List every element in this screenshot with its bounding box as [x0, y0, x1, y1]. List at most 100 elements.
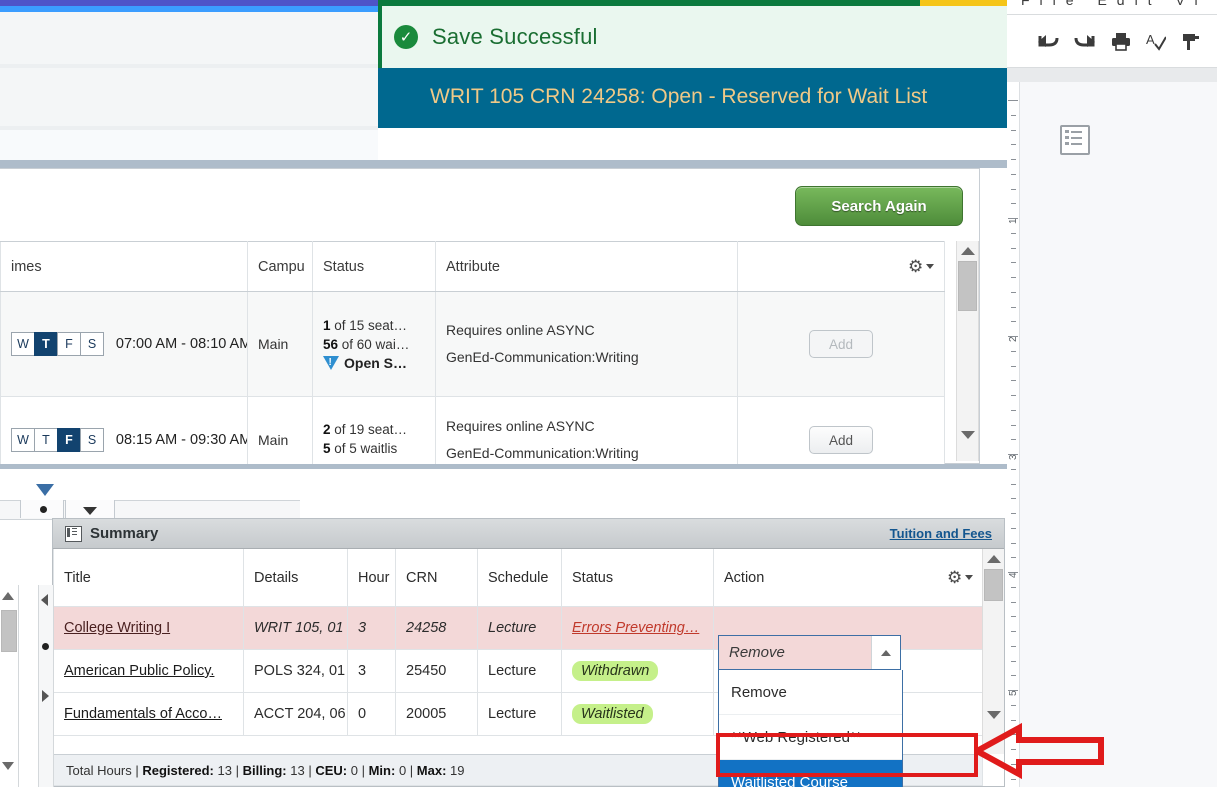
chevron-down-icon[interactable]: [83, 507, 97, 515]
page-background-band: [0, 130, 378, 160]
billing-value: 13: [290, 763, 304, 778]
col-header-schedule[interactable]: Schedule: [478, 549, 562, 607]
ruler-tick: [1011, 292, 1016, 293]
add-button[interactable]: Add: [809, 426, 873, 454]
col-header-campus[interactable]: Campu: [248, 242, 313, 292]
day-f[interactable]: F: [57, 428, 81, 452]
scrollbar-thumb[interactable]: [958, 261, 977, 311]
save-successful-text: Save Successful: [432, 24, 598, 50]
course-details-cell: POLS 324, 01: [244, 650, 348, 693]
summary-grid-icon: [65, 526, 82, 542]
triangle-right-icon[interactable]: [42, 690, 49, 702]
dropdown-option-waitlisted-course[interactable]: Waitlisted Course: [719, 760, 902, 787]
scrollbar-thumb[interactable]: [984, 569, 1003, 601]
col-header-hours[interactable]: Hour: [348, 549, 396, 607]
day-w[interactable]: W: [11, 332, 35, 356]
day-t[interactable]: T: [34, 428, 58, 452]
dropdown-option-remove[interactable]: Remove: [719, 670, 902, 715]
col-header-attribute[interactable]: Attribute: [436, 242, 738, 292]
ruler-tick: [1011, 159, 1016, 160]
list-view-icon[interactable]: [1060, 125, 1090, 155]
ruler-tick: [1011, 469, 1016, 470]
search-again-button[interactable]: Search Again: [795, 186, 963, 226]
document-toolbar: A: [1007, 15, 1217, 67]
ceu-label: CEU:: [315, 763, 347, 778]
redo-icon[interactable]: [1074, 32, 1096, 50]
tabstop-dot-icon[interactable]: [42, 643, 49, 650]
seats-line: 2 of 19 seat…: [323, 421, 425, 440]
ruler-number: 1: [1008, 218, 1019, 224]
day-f[interactable]: F: [57, 332, 81, 356]
ruler-tick: [1011, 248, 1016, 249]
registered-value: 13: [218, 763, 232, 778]
document-menubar-labels[interactable]: File Edit Vi: [1021, 0, 1208, 8]
scroll-up-icon[interactable]: [961, 247, 975, 255]
annotation-arrow-left-icon: [975, 720, 1105, 782]
course-status-cell: Withdrawn: [562, 650, 714, 693]
spellcheck-icon[interactable]: A: [1146, 32, 1166, 51]
course-title-link[interactable]: College Writing I: [64, 620, 170, 636]
print-icon[interactable]: [1111, 32, 1131, 51]
ruler-tick: [1011, 321, 1016, 322]
course-hours-cell: 3: [348, 607, 396, 650]
day-t[interactable]: T: [34, 332, 58, 356]
col-header-status[interactable]: Status: [562, 549, 714, 607]
document-canvas[interactable]: [1019, 82, 1217, 787]
status-badge: Waitlisted: [572, 704, 653, 724]
tabstop-dot-icon[interactable]: [40, 506, 47, 513]
chevron-up-icon[interactable]: [871, 636, 900, 669]
col-header-crn[interactable]: CRN: [396, 549, 478, 607]
course-title-cell: American Public Policy.: [54, 650, 244, 693]
summary-header-row: Title Details Hour CRN Schedule Status A…: [54, 549, 984, 607]
ruler-tick: [1011, 439, 1016, 440]
action-dropdown-list[interactable]: Remove **Web Registered** Waitlisted Cou…: [718, 670, 903, 787]
browser-window: ✓ Save Successful WRIT 105 CRN 24258: Op…: [0, 0, 1007, 787]
course-title-link[interactable]: American Public Policy.: [64, 663, 214, 679]
ruler-number: 2: [1008, 336, 1019, 342]
scroll-up-icon[interactable]: [987, 555, 1001, 563]
triangle-left-icon[interactable]: [41, 594, 48, 606]
course-title-cell: College Writing I: [54, 607, 244, 650]
scroll-down-icon[interactable]: [987, 711, 1001, 719]
meeting-times-cell: W T F S 07:00 AM - 08:10 AM Ty: [1, 292, 248, 397]
tuition-and-fees-link[interactable]: Tuition and Fees: [890, 526, 992, 541]
gear-icon[interactable]: ⚙: [947, 570, 963, 586]
day-s[interactable]: S: [80, 332, 104, 356]
undo-icon[interactable]: [1037, 32, 1059, 50]
day-of-week-group: W T F S: [11, 332, 103, 356]
col-header-details[interactable]: Details: [244, 549, 348, 607]
scrollbar-thumb[interactable]: [1, 610, 17, 652]
scroll-down-icon[interactable]: [2, 762, 14, 770]
ruler-tick: [1011, 675, 1016, 676]
chevron-down-icon[interactable]: [926, 264, 934, 269]
ruler-tick: [1011, 425, 1016, 426]
errors-preventing-link[interactable]: Errors Preventing…: [572, 620, 699, 636]
day-w[interactable]: W: [11, 428, 35, 452]
ruler-tick: [1011, 498, 1016, 499]
course-title-link[interactable]: Fundamentals of Acco…: [64, 706, 222, 722]
ruler-tick: [1011, 262, 1016, 263]
dropdown-option-web-registered[interactable]: **Web Registered**: [719, 715, 902, 760]
col-header-action-label[interactable]: Action: [724, 570, 764, 586]
table-row[interactable]: W T F S 07:00 AM - 08:10 AM Ty Main 1 of…: [1, 292, 945, 397]
results-header-row: imes Campu Status Attribute ⚙: [1, 242, 945, 292]
ruler-tick: [1011, 528, 1016, 529]
tab-marker-icon[interactable]: [36, 484, 54, 496]
registered-label: Registered:: [142, 763, 214, 778]
format-paint-icon[interactable]: [1181, 32, 1201, 51]
col-header-times[interactable]: imes: [1, 242, 248, 292]
scroll-down-icon[interactable]: [961, 431, 975, 439]
results-vertical-scrollbar[interactable]: [956, 241, 979, 461]
ruler-tick: [1011, 115, 1016, 116]
col-header-status[interactable]: Status: [313, 242, 436, 292]
ruler-tick: [1011, 395, 1016, 396]
day-s[interactable]: S: [80, 428, 104, 452]
scroll-up-icon[interactable]: [2, 592, 14, 600]
chevron-down-icon[interactable]: [965, 575, 973, 580]
status-badge: Withdrawn: [572, 661, 658, 681]
max-label: Max:: [417, 763, 447, 778]
col-header-title[interactable]: Title: [54, 549, 244, 607]
gear-icon[interactable]: ⚙: [908, 259, 924, 275]
document-editor-pane: File Edit Vi A 12345: [1007, 0, 1217, 787]
action-select[interactable]: Remove: [718, 635, 901, 670]
